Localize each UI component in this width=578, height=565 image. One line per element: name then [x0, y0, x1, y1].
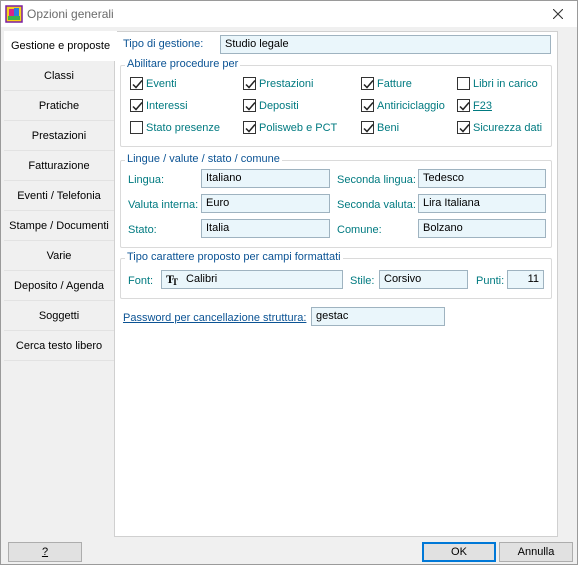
seconda-lingua-field[interactable]: Tedesco [418, 169, 546, 188]
checkbox-fatture[interactable]: Fatture [361, 77, 412, 90]
carattere-group: Tipo carattere proposto per campi format… [120, 251, 552, 299]
font-field[interactable]: TT Calibri [161, 270, 343, 289]
lingue-group: Lingue / valute / stato / comune Lingua:… [120, 153, 552, 248]
checkbox-interessi[interactable]: Interessi [130, 99, 188, 112]
font-label: Font: [128, 275, 154, 287]
checkbox-eventi[interactable]: Eventi [130, 77, 177, 90]
sidebar-item-deposito-agenda[interactable]: Deposito / Agenda [4, 271, 114, 301]
gestione-field[interactable]: Studio legale [220, 35, 551, 54]
punti-label: Punti: [476, 275, 505, 287]
check-icon [363, 124, 374, 133]
seconda-lingua-label: Seconda lingua: [337, 174, 416, 186]
check-icon [132, 80, 143, 89]
truetype-font-icon: TT [166, 272, 179, 287]
stile-label: Stile: [350, 275, 375, 287]
sidebar-item-eventi-telefonia[interactable]: Eventi / Telefonia [4, 181, 114, 211]
checkbox-libri-in-carico[interactable]: Libri in carico [457, 77, 538, 90]
procedure-group: Abilitare procedure per Eventi Prestazio… [120, 58, 552, 147]
sidebar-item-prestazioni[interactable]: Prestazioni [4, 121, 114, 151]
sidebar-item-soggetti[interactable]: Soggetti [4, 301, 114, 331]
comune-label: Comune: [337, 224, 382, 236]
lingua-label: Lingua: [128, 174, 165, 186]
checkbox-prestazioni[interactable]: Prestazioni [243, 77, 313, 90]
app-icon [5, 5, 23, 23]
sidebar-item-stampe-documenti[interactable]: Stampe / Documenti [4, 211, 114, 241]
lingue-group-title: Lingue / valute / stato / comune [125, 153, 282, 165]
check-icon [363, 102, 374, 111]
sidebar-item-classi[interactable]: Classi [4, 61, 114, 91]
ok-button[interactable]: OK [422, 542, 496, 562]
title-bar: Opzioni generali [1, 1, 577, 27]
check-icon [245, 124, 256, 133]
check-icon [363, 80, 374, 89]
close-icon [553, 9, 563, 19]
lingua-field[interactable]: Italiano [201, 169, 330, 188]
sidebar-item-varie[interactable]: Varie [4, 241, 114, 271]
valuta-interna-field[interactable]: Euro [201, 194, 330, 213]
checkbox-antiriciclaggio[interactable]: Antiriciclaggio [361, 99, 445, 112]
seconda-valuta-label: Seconda valuta: [337, 199, 416, 211]
checkbox-stato-presenze[interactable]: Stato presenze [130, 121, 220, 134]
check-icon [459, 102, 470, 111]
options-dialog: Opzioni generali Gestione e proposte Cla… [0, 0, 578, 565]
check-icon [459, 124, 470, 133]
stato-label: Stato: [128, 224, 157, 236]
sidebar-item-pratiche[interactable]: Pratiche [4, 91, 114, 121]
stile-field[interactable]: Corsivo [379, 270, 468, 289]
seconda-valuta-field[interactable]: Lira Italiana [418, 194, 546, 213]
sidebar-item-gestione-e-proposte[interactable]: Gestione e proposte [4, 31, 117, 61]
carattere-group-title: Tipo carattere proposto per campi format… [125, 251, 343, 263]
window-title: Opzioni generali [27, 7, 114, 21]
checkbox-beni[interactable]: Beni [361, 121, 399, 134]
comune-field[interactable]: Bolzano [418, 219, 546, 238]
checkbox-sicurezza-dati[interactable]: Sicurezza dati [457, 121, 542, 134]
checkbox-depositi[interactable]: Depositi [243, 99, 299, 112]
check-icon [132, 102, 143, 111]
procedure-group-title: Abilitare procedure per [125, 58, 241, 70]
password-field[interactable]: gestac [311, 307, 445, 326]
check-icon [245, 102, 256, 111]
checkbox-polisweb-e-pct[interactable]: Polisweb e PCT [243, 121, 337, 134]
punti-field[interactable]: 11 [507, 270, 544, 289]
close-button[interactable] [543, 3, 573, 25]
check-icon [245, 80, 256, 89]
help-button[interactable]: ? [8, 542, 82, 562]
sidebar-item-fatturazione[interactable]: Fatturazione [4, 151, 114, 181]
stato-field[interactable]: Italia [201, 219, 330, 238]
gestione-label: Tipo di gestione: [123, 38, 204, 50]
cancel-button[interactable]: Annulla [499, 542, 573, 562]
password-label: Password per cancellazione struttura: [123, 312, 307, 324]
sidebar-item-cerca-testo-libero[interactable]: Cerca testo libero [4, 331, 114, 361]
checkbox-f23[interactable]: F23 [457, 99, 492, 112]
main-panel: Tipo di gestione: Studio legale Abilitar… [114, 31, 558, 537]
valuta-interna-label: Valuta interna: [128, 199, 199, 211]
